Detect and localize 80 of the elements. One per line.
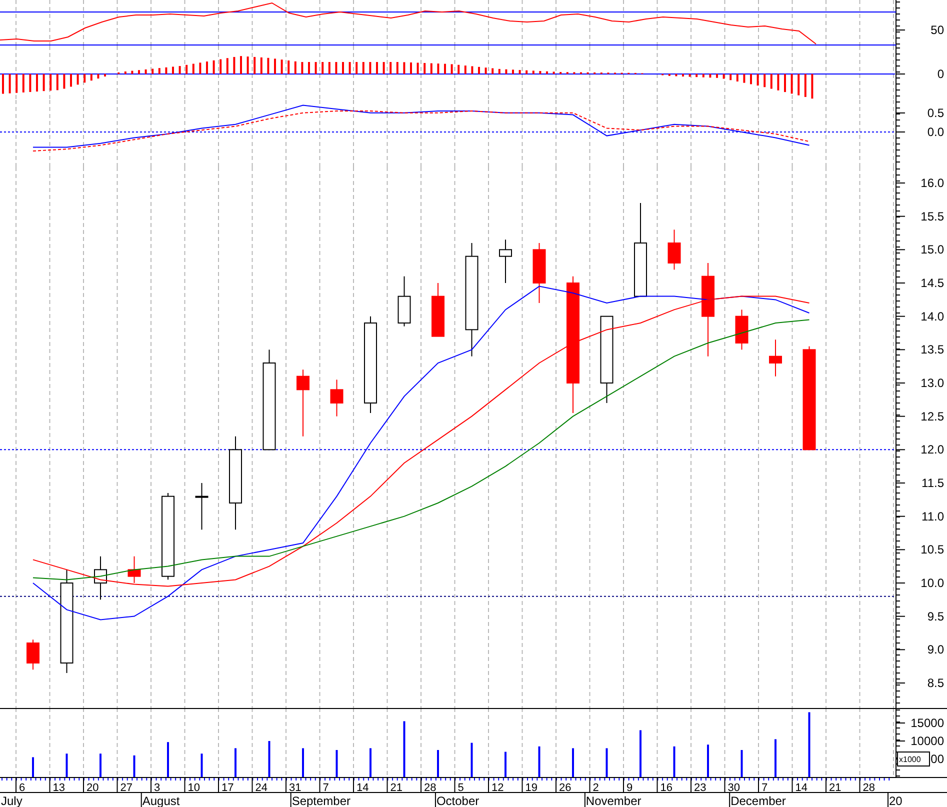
volume-bar	[740, 750, 743, 777]
candlestick	[195, 482, 208, 530]
date-label: 24	[255, 782, 268, 794]
axis-label: 14.0	[920, 309, 944, 324]
volume-bar	[470, 742, 473, 777]
date-label: 17	[222, 782, 234, 794]
axis-label: 10.0	[920, 576, 944, 590]
axis-label: 15000	[910, 716, 944, 730]
candlestick	[398, 276, 411, 327]
volume-bar	[403, 721, 406, 777]
axis-label: 0	[937, 67, 944, 81]
date-label: 28	[862, 782, 875, 794]
date-label: 21	[390, 782, 402, 794]
candlestick	[296, 369, 310, 437]
date-label: 2	[592, 782, 599, 794]
candlestick	[769, 339, 782, 377]
date-label: 31	[289, 782, 302, 794]
scale-note-frame	[897, 752, 930, 766]
scale-note: x1000	[899, 755, 921, 764]
date-label: 27	[120, 782, 132, 794]
date-label: 21	[829, 782, 842, 794]
candlestick	[532, 242, 546, 304]
candlestick	[26, 639, 40, 670]
axis-label: 12.0	[920, 442, 944, 457]
date-label: 9	[626, 782, 633, 794]
month-label: November	[586, 794, 642, 807]
date-label: 6	[19, 782, 26, 794]
month-label: December	[730, 794, 786, 807]
date-label: 7	[762, 782, 768, 794]
candlestick	[735, 309, 748, 350]
date-label: 12	[492, 782, 504, 794]
volume-bar	[538, 746, 540, 777]
axis-label: 13.5	[920, 342, 944, 357]
volume-bar	[673, 746, 676, 777]
axis-label: 0.0	[927, 124, 944, 139]
candlestick	[432, 282, 444, 337]
axis-label: 50	[930, 23, 944, 37]
axis-label: 9.5	[927, 609, 944, 624]
date-label: 14	[795, 782, 808, 794]
axis-label: 0.5	[927, 106, 944, 120]
axis-label: 12.5	[920, 409, 944, 424]
axis-label: 16.0	[920, 176, 944, 190]
axis-label: 10000	[910, 734, 944, 748]
candlestick	[128, 556, 141, 584]
axis-label: 15.0	[920, 242, 944, 257]
candlestick	[499, 239, 512, 284]
date-label: 20	[86, 782, 99, 794]
volume-bar	[200, 754, 203, 777]
candlestick	[330, 379, 344, 417]
axis-label: 8.5	[927, 676, 944, 690]
date-label: 14	[356, 782, 369, 794]
volume-bar	[268, 741, 270, 777]
axis-label: 00	[930, 752, 944, 766]
candlestick	[668, 229, 681, 270]
volume-bar	[606, 748, 608, 777]
axis-label: 11.0	[922, 509, 944, 524]
candlestick	[94, 556, 107, 600]
month-label: October	[436, 794, 480, 807]
date-label: 23	[694, 782, 706, 794]
date-label: 26	[559, 782, 572, 794]
volume-bar	[66, 754, 68, 777]
date-label: 5	[458, 782, 464, 794]
date-label: 28	[424, 782, 436, 794]
month-label: 20	[889, 794, 902, 807]
volume-bar	[133, 755, 136, 777]
axis-label: 13.0	[920, 376, 944, 390]
date-label: 10	[188, 782, 200, 794]
axis-label: 15.5	[920, 209, 944, 224]
axis-label: 14.5	[920, 276, 944, 290]
date-label: 7	[322, 782, 329, 794]
volume-bar	[808, 712, 810, 777]
axis-label: 10.5	[920, 542, 944, 557]
date-label: 19	[525, 782, 538, 794]
date-label: 13	[52, 782, 65, 794]
axis-label: 11.5	[922, 476, 944, 490]
date-label: 30	[728, 782, 740, 794]
date-label: 3	[154, 782, 160, 794]
axis-label: 9.0	[927, 642, 944, 657]
date-label: 16	[660, 782, 672, 794]
volume-bar	[336, 750, 338, 777]
